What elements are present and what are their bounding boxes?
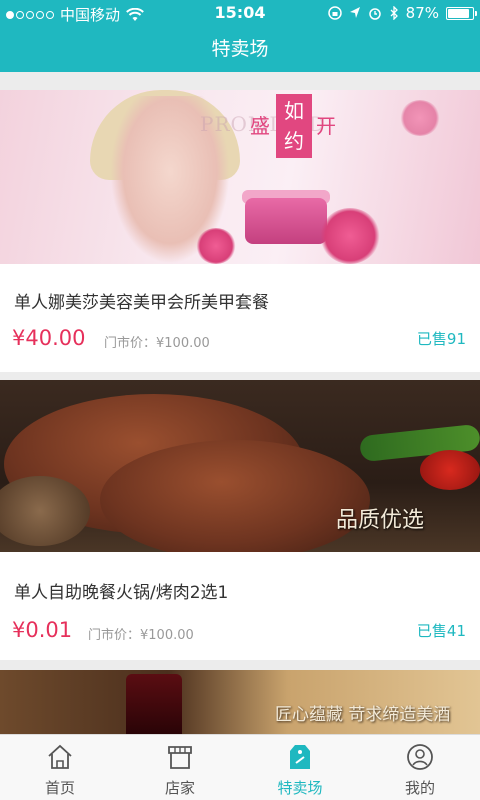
tab-label: 我的	[404, 779, 435, 797]
tab-bar: 首页 店家 特卖场 我的	[0, 734, 480, 800]
store-icon	[168, 746, 192, 769]
tab-label: 特卖场	[277, 779, 323, 797]
image-text-left: 盛	[250, 114, 270, 138]
tab-label: 店家	[164, 779, 195, 797]
blossom-flower	[400, 100, 440, 136]
battery-icon	[446, 6, 477, 20]
bluetooth-icon	[390, 6, 398, 20]
user-icon	[407, 744, 433, 770]
battery-fill	[448, 8, 469, 18]
wine-glass	[126, 674, 182, 734]
tab-profile[interactable]: 我的	[360, 735, 480, 800]
page-title: 特卖场	[211, 38, 269, 60]
tab-label: 首页	[44, 779, 75, 797]
deal-list[interactable]: PROMISED 盛 如约 开 单人娜美莎美容美甲会所美甲套餐 ¥40.00 门…	[0, 72, 480, 734]
tab-deals[interactable]: 特卖场	[240, 735, 360, 800]
tab-home[interactable]: 首页	[0, 735, 120, 800]
deal-card[interactable]: 品质优选 单人自助晚餐火锅/烤肉2选1 ¥0.01 门市价：¥100.00 已售…	[0, 380, 480, 660]
image-caption: 匠心蕴藏 苛求缔造美酒	[275, 705, 451, 725]
sold-count: 已售41	[416, 622, 466, 640]
market-price: 门市价：¥100.00	[88, 628, 194, 643]
deal-card[interactable]: 匠心蕴藏 苛求缔造美酒	[0, 670, 480, 734]
home-icon	[48, 744, 72, 769]
deal-image[interactable]: 品质优选	[0, 380, 480, 552]
nav-bar: 特卖场	[0, 26, 480, 72]
deal-price: ¥40.00	[12, 326, 86, 350]
deal-price: ¥0.01	[12, 618, 73, 642]
deal-title[interactable]: 单人自助晚餐火锅/烤肉2选1	[14, 578, 228, 603]
location-icon	[349, 7, 360, 18]
image-text-right: 开	[316, 114, 336, 138]
tab-store[interactable]: 店家	[120, 735, 240, 800]
rose-flower	[196, 228, 236, 264]
market-price: 门市价：¥100.00	[104, 336, 210, 351]
deal-title[interactable]: 单人娜美莎美容美甲会所美甲套餐	[14, 288, 269, 313]
image-caption: 品质优选	[336, 508, 425, 533]
steak-shape	[100, 440, 370, 552]
rose-flower	[320, 208, 380, 264]
chili-shape	[420, 450, 480, 490]
deal-image[interactable]: PROMISED 盛 如约 开	[0, 90, 480, 264]
image-badge: 如约	[276, 94, 312, 158]
status-right: 87%	[327, 4, 477, 22]
mushroom-shape	[0, 476, 90, 546]
deal-card[interactable]: PROMISED 盛 如约 开 单人娜美莎美容美甲会所美甲套餐 ¥40.00 门…	[0, 90, 480, 372]
orientation-lock-icon	[327, 6, 342, 20]
battery-percent: 87%	[405, 4, 439, 22]
deal-image[interactable]: 匠心蕴藏 苛求缔造美酒	[0, 670, 480, 734]
tag-icon	[290, 745, 310, 769]
sold-count: 已售91	[416, 330, 466, 348]
cream-jar	[245, 198, 327, 244]
status-bar: 中国移动 15:04 87%	[0, 0, 480, 26]
alarm-icon	[368, 8, 381, 20]
